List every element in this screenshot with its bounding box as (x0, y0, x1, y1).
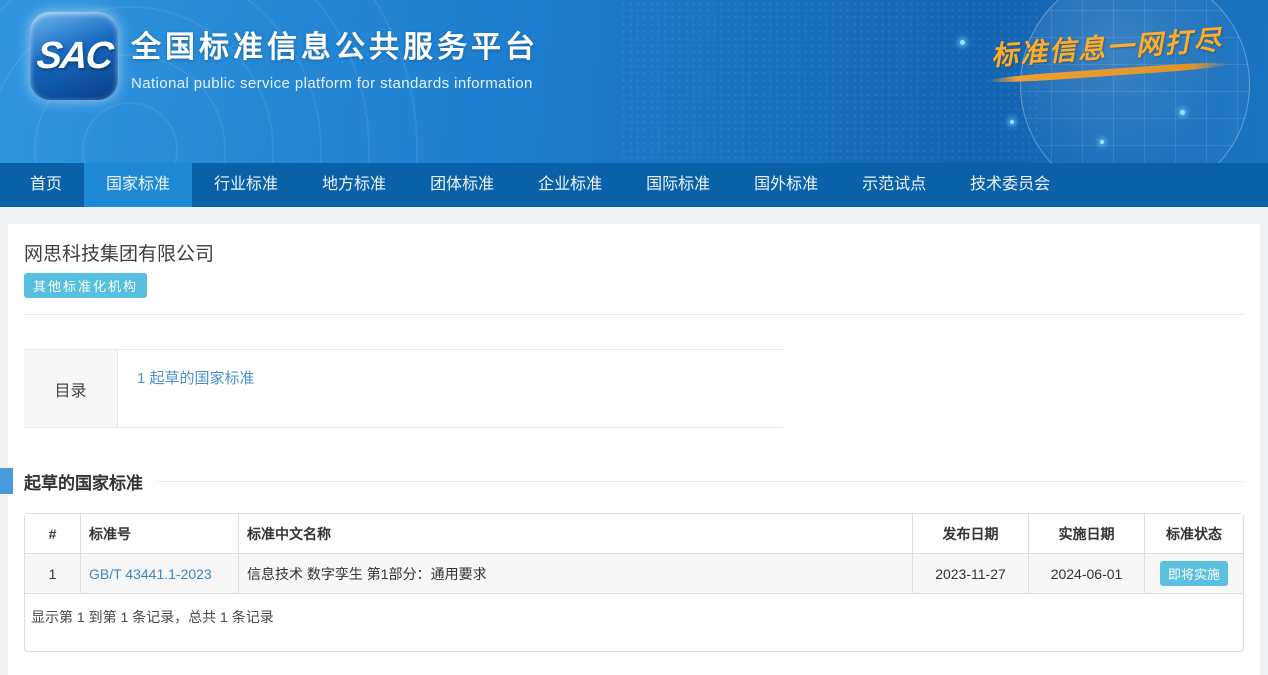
sac-logo-text: SAC (35, 35, 114, 78)
site-title: 全国标准信息公共服务平台 (131, 22, 539, 66)
header-banner: SAC 全国标准信息公共服务平台 National public service… (0, 0, 1268, 163)
content-panel: 网思科技集团有限公司 其他标准化机构 目录 1 起草的国家标准 起草的国家标准 … (8, 224, 1260, 675)
col-header-index: # (25, 514, 81, 554)
site-subtitle: National public service platform for sta… (131, 75, 539, 92)
organization-header: 网思科技集团有限公司 其他标准化机构 (24, 224, 1244, 315)
section-title: 起草的国家标准 (24, 469, 143, 494)
nav-item-international-standards[interactable]: 国际标准 (624, 163, 732, 207)
nav-item-industry-standards[interactable]: 行业标准 (192, 163, 300, 207)
nav-item-pilot-demo[interactable]: 示范试点 (840, 163, 948, 207)
slogan-text: 标准信息一网打尽 (985, 18, 1229, 74)
spark-dot (1180, 110, 1185, 115)
organization-name: 网思科技集团有限公司 (24, 242, 1244, 268)
slogan-brush-underline (988, 61, 1230, 85)
table-header-row: # 标准号 标准中文名称 发布日期 实施日期 标准状态 (25, 514, 1243, 554)
section-header: 起草的国家标准 (24, 468, 1244, 494)
nav-item-local-standards[interactable]: 地方标准 (300, 163, 408, 207)
organization-type-badge: 其他标准化机构 (24, 273, 147, 298)
cell-publish-date: 2023-11-27 (913, 554, 1029, 594)
records-summary: 显示第 1 到第 1 条记录，总共 1 条记录 (25, 594, 1243, 651)
main-nav: 首页 国家标准 行业标准 地方标准 团体标准 企业标准 国际标准 国外标准 示范… (0, 163, 1268, 207)
nav-item-group-standards[interactable]: 团体标准 (408, 163, 516, 207)
cell-index: 1 (25, 554, 81, 594)
directory-link-drafted-standards[interactable]: 1 起草的国家标准 (137, 370, 255, 387)
nav-item-technical-committee[interactable]: 技术委员会 (948, 163, 1072, 207)
section-rule-line (155, 481, 1244, 482)
page-background-gap (0, 207, 1268, 224)
table-row: 1 GB/T 43441.1-2023 信息技术 数字孪生 第1部分：通用要求 … (25, 554, 1243, 594)
directory-link-index: 1 (137, 370, 145, 387)
site-title-block: 全国标准信息公共服务平台 National public service pla… (131, 22, 539, 92)
col-header-std-number: 标准号 (81, 514, 239, 554)
section-accent-bar (0, 468, 13, 494)
divider (24, 314, 1244, 315)
status-badge: 即将实施 (1160, 561, 1228, 586)
std-number-link[interactable]: GB/T 43441.1-2023 (89, 566, 212, 582)
spark-dot (1100, 140, 1104, 144)
world-map-graphic (620, 0, 1040, 163)
cell-cn-name: 信息技术 数字孪生 第1部分：通用要求 (239, 554, 913, 594)
directory-box: 目录 1 起草的国家标准 (24, 349, 783, 428)
col-header-implement-date: 实施日期 (1029, 514, 1145, 554)
nav-item-home[interactable]: 首页 (8, 163, 84, 207)
directory-body: 1 起草的国家标准 (118, 350, 783, 427)
nav-item-foreign-standards[interactable]: 国外标准 (732, 163, 840, 207)
nav-item-national-standards[interactable]: 国家标准 (84, 163, 192, 207)
slogan-block: 标准信息一网打尽 (985, 18, 1230, 85)
directory-label: 目录 (24, 350, 118, 427)
col-header-status: 标准状态 (1145, 514, 1243, 554)
directory-link-label: 起草的国家标准 (150, 370, 255, 387)
nav-item-enterprise-standards[interactable]: 企业标准 (516, 163, 624, 207)
sac-logo[interactable]: SAC (30, 12, 118, 100)
globe-graphic (1020, 0, 1250, 163)
col-header-cn-name: 标准中文名称 (239, 514, 913, 554)
standards-table: # 标准号 标准中文名称 发布日期 实施日期 标准状态 1 GB/T 43441… (25, 514, 1243, 594)
cell-implement-date: 2024-06-01 (1029, 554, 1145, 594)
spark-dot (1010, 120, 1014, 124)
standards-table-container: # 标准号 标准中文名称 发布日期 实施日期 标准状态 1 GB/T 43441… (24, 513, 1244, 652)
spark-dot (960, 40, 965, 45)
col-header-publish-date: 发布日期 (913, 514, 1029, 554)
